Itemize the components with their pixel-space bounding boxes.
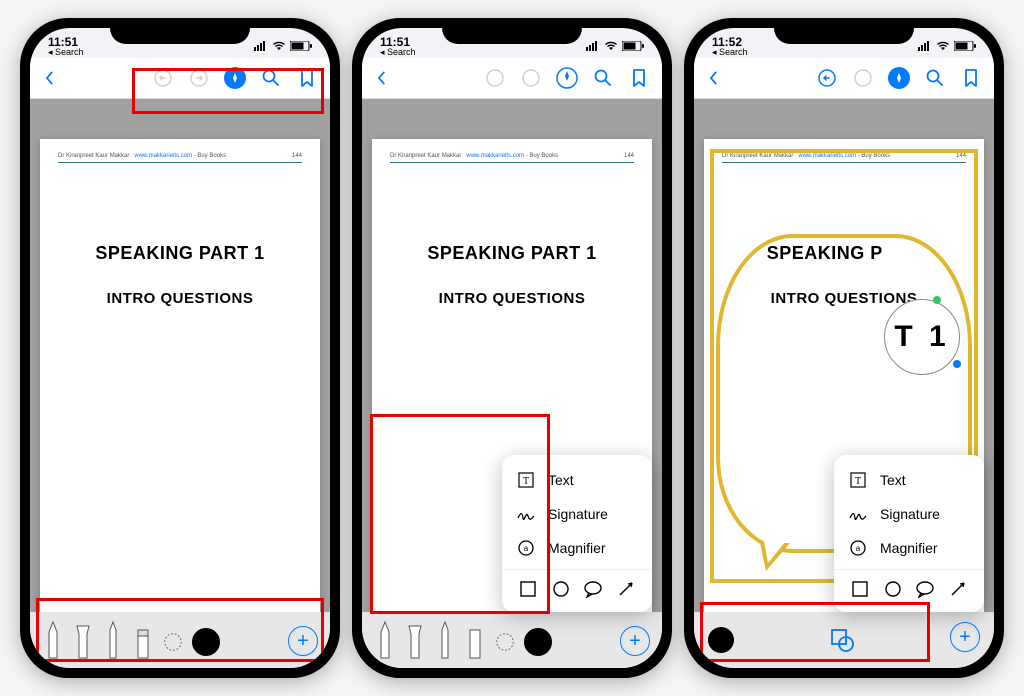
menu-magnifier[interactable]: aMagnifier [502,531,652,565]
shape-rect[interactable] [517,578,539,600]
svg-text:T: T [855,476,861,487]
notch [774,18,914,44]
phone-2: 11:51◂ Search Dr Kiranpreet Kaur Makkar [352,18,672,678]
battery-icon [290,41,312,51]
search-icon[interactable] [260,67,282,89]
lasso-tool[interactable] [494,618,516,662]
pencil-tool[interactable] [434,618,456,662]
notch [442,18,582,44]
color-well[interactable] [524,628,552,656]
add-button[interactable]: + [620,626,650,656]
undo-icon[interactable] [816,67,838,89]
shape-speech[interactable] [582,578,604,600]
bookmark-icon[interactable] [960,67,982,89]
wifi-icon [604,41,618,51]
menu-magnifier[interactable]: aMagnifier [834,531,984,565]
undo-icon[interactable] [484,67,506,89]
back-button[interactable] [42,71,56,85]
shape-toolbar: + [694,612,994,668]
shape-rect[interactable] [849,578,871,600]
search-icon[interactable] [592,67,614,89]
search-icon[interactable] [924,67,946,89]
phone-1: 11:51◂ Search Dr Kiranpreet Kaur Ma [20,18,340,678]
markup-icon[interactable] [224,67,246,89]
nav-bar [362,58,662,99]
phone-3: 11:52◂ Search Dr Kiranpreet Kaur Makkar [684,18,1004,678]
redo-icon[interactable] [520,67,542,89]
notch [110,18,250,44]
battery-icon [622,41,644,51]
shape-circle[interactable] [550,578,572,600]
markup-toolbar: + [30,612,330,668]
page-title: SPEAKING PART 1 [390,243,634,264]
add-menu: TText Signature aMagnifier [502,455,652,612]
svg-text:a: a [524,544,529,553]
magnifier-annotation[interactable]: T 1 [884,299,960,375]
signal-icon [254,41,268,51]
signal-icon [918,41,932,51]
pen-tool[interactable] [374,618,396,662]
bookmark-icon[interactable] [628,67,650,89]
markup-icon[interactable] [556,67,578,89]
add-menu: TText Signature aMagnifier [834,455,984,612]
eraser-tool[interactable] [132,618,154,662]
pen-tool[interactable] [42,618,64,662]
shape-arrow[interactable] [615,578,637,600]
eraser-tool[interactable] [464,618,486,662]
markup-icon[interactable] [888,67,910,89]
redo-icon[interactable] [188,67,210,89]
svg-text:a: a [856,544,861,553]
page-title: SPEAKING PART 1 [58,243,302,264]
nav-bar [30,58,330,99]
shape-arrow[interactable] [947,578,969,600]
pencil-tool[interactable] [102,618,124,662]
menu-text[interactable]: TText [834,463,984,497]
page-subtitle: INTRO QUESTIONS [390,290,634,307]
color-well[interactable] [192,628,220,656]
wifi-icon [936,41,950,51]
marker-tool[interactable] [72,618,94,662]
page-subtitle: INTRO QUESTIONS [58,290,302,307]
page-number: 144 [292,153,302,159]
menu-text[interactable]: TText [502,463,652,497]
status-back-search[interactable]: ◂ Search [380,48,416,57]
wifi-icon [272,41,286,51]
lasso-tool[interactable] [162,618,184,662]
battery-icon [954,41,976,51]
marker-tool[interactable] [404,618,426,662]
document-area[interactable]: Dr Kiranpreet Kaur Makkar www.makkarielt… [30,99,330,613]
pdf-page: Dr Kiranpreet Kaur Makkar www.makkarielt… [40,139,320,613]
shape-speech[interactable] [914,578,936,600]
menu-signature[interactable]: Signature [834,497,984,531]
signal-icon [586,41,600,51]
fill-color[interactable] [708,627,734,653]
add-button[interactable]: + [288,626,318,656]
back-button[interactable] [706,71,720,85]
markup-toolbar: + [362,612,662,668]
add-button[interactable]: + [950,622,980,652]
status-back-search[interactable]: ◂ Search [712,48,748,57]
magnifier-zoom-handle[interactable] [933,296,941,304]
back-button[interactable] [374,71,388,85]
nav-bar [694,58,994,99]
author: Dr Kiranpreet Kaur Makkar [58,153,129,159]
redo-icon[interactable] [852,67,874,89]
svg-text:T: T [523,476,529,487]
undo-icon[interactable] [152,67,174,89]
shape-circle[interactable] [882,578,904,600]
header-link: www.makkarielts.com [134,153,192,159]
shape-style-button[interactable] [829,627,855,653]
magnifier-resize-handle[interactable] [953,360,961,368]
status-back-search[interactable]: ◂ Search [48,48,84,57]
menu-signature[interactable]: Signature [502,497,652,531]
bookmark-icon[interactable] [296,67,318,89]
